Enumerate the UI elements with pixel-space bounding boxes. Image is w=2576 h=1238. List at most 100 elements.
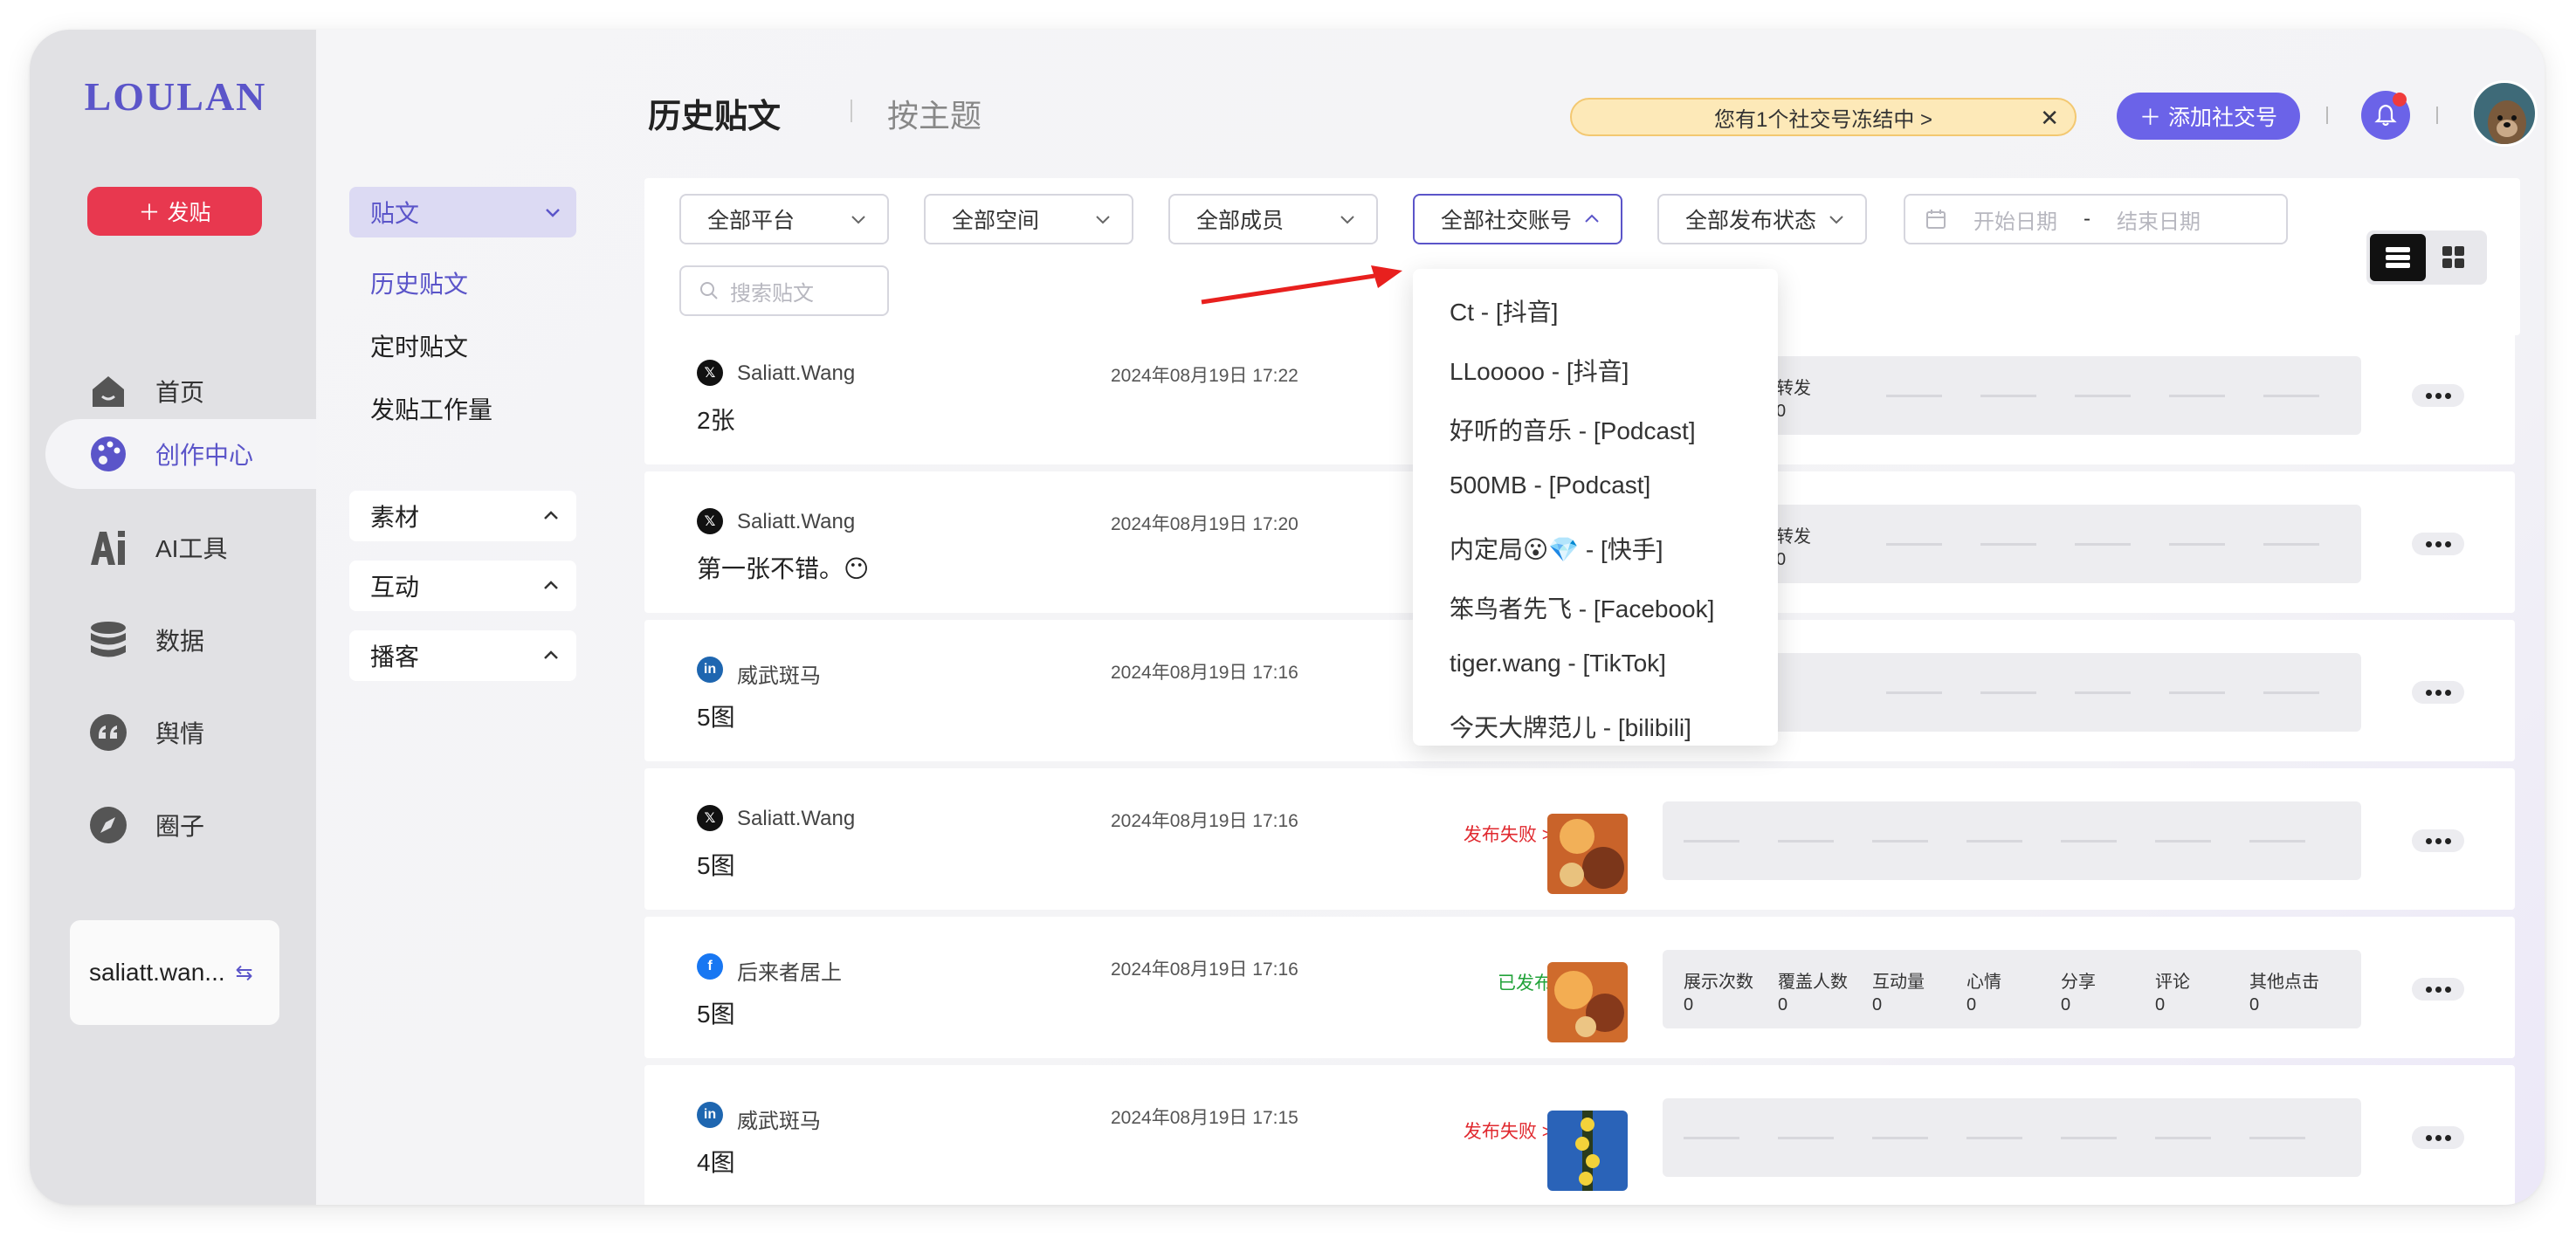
nav-item-sentiment[interactable]: 舆情 [45,698,316,767]
dropdown-option[interactable]: 笨鸟者先飞 - [Facebook] [1450,590,1714,625]
post-content: 5图 [697,704,735,731]
chevron-down-icon [1340,216,1354,224]
publish-failed-status[interactable]: 发布失败 > [1464,1118,1553,1144]
avatar[interactable] [2471,80,2538,147]
publish-status-filter[interactable]: 全部发布状态 [1657,194,1867,244]
search-placeholder: 搜索贴文 [730,281,814,306]
stat-placeholder [1778,840,1834,843]
account-switcher[interactable]: saliatt.wan... ⇆ [70,920,279,1025]
post-time: 2024年08月19日 17:15 [1111,1108,1298,1128]
dropdown-option[interactable]: 内定局😮💎 - [快手] [1450,531,1663,566]
add-social-account-button[interactable]: ＋ 添加社交号 [2117,93,2300,140]
new-post-button[interactable]: ＋ 发贴 [87,187,262,236]
stat-placeholder [1886,543,1942,546]
stat-value: 0 [1872,995,1883,1014]
group-label: 素材 [370,504,420,531]
dropdown-option[interactable]: 好听的音乐 - [Podcast] [1450,412,1696,447]
member-filter[interactable]: 全部成员 [1168,194,1378,244]
platform-filter[interactable]: 全部平台 [679,194,889,244]
switch-account-icon[interactable]: ⇆ [236,960,253,986]
post-row[interactable]: f 后来者居上 5图 2024年08月19日 17:16 已发布 展示次数 覆盖… [644,917,2515,1058]
page-title[interactable]: 历史贴文 [648,89,781,137]
subnav-group-podcast[interactable]: 播客 [349,630,576,681]
date-range-picker[interactable]: 开始日期 - 结束日期 [1904,194,2288,244]
close-icon[interactable]: ✕ [2040,105,2059,132]
grid-view-button[interactable] [2426,234,2482,281]
subnav-scheduled-posts[interactable]: 定时贴文 [370,328,468,363]
notice-text: 您有1个社交号冻结中 > [1713,107,1933,132]
view-toggle [2366,230,2487,285]
social-account-filter[interactable]: 全部社交账号 [1413,194,1622,244]
nav-label: 创作中心 [155,442,254,469]
nav-item-data[interactable]: 数据 [45,605,316,675]
linkedin-platform-icon: in [697,1102,723,1128]
nav-item-circles[interactable]: 圈子 [45,790,316,860]
post-thumbnail[interactable] [1547,1111,1628,1191]
chevron-up-icon [544,650,558,659]
chevron-up-icon [544,511,558,519]
subnav-post-workload[interactable]: 发贴工作量 [370,391,492,426]
stat-placeholder [2075,395,2131,397]
chevron-up-icon [1585,214,1599,223]
tab-by-theme[interactable]: 按主题 [887,91,981,136]
notification-button[interactable] [2361,91,2410,140]
list-view-button[interactable] [2370,234,2426,281]
notification-badge [2393,93,2407,107]
start-date-placeholder[interactable]: 开始日期 [1973,204,2057,235]
divider [2436,107,2438,124]
new-post-label: 发贴 [167,201,211,225]
x-platform-icon: 𝕏 [697,360,723,386]
dropdown-option[interactable]: Ct - [抖音] [1450,293,1558,328]
dropdown-option[interactable]: 今天大牌范儿 - [bilibili] [1450,709,1691,744]
subnav-history-posts[interactable]: 历史贴文 [370,265,468,300]
dropdown-option[interactable]: tiger.wang - [TikTok] [1450,650,1666,677]
select-value: 全部社交账号 [1441,209,1573,233]
stat-placeholder [2155,1137,2211,1139]
search-input[interactable]: 搜索贴文 [679,265,889,316]
stat-label: 展示次数 [1684,973,1753,992]
dropdown-option[interactable]: 500MB - [Podcast] [1450,471,1650,499]
end-date-placeholder[interactable]: 结束日期 [2117,204,2201,235]
stat-value: 0 [1778,995,1788,1014]
stat-placeholder [1886,691,1942,694]
database-icon [87,619,129,661]
subnav-group-interaction[interactable]: 互动 [349,561,576,611]
dropdown-option[interactable]: LLooooo - [抖音] [1450,353,1629,388]
group-label: 播客 [370,643,420,671]
subnav-group-materials[interactable]: 素材 [349,491,576,541]
stat-label: 其他点击 [2249,973,2319,992]
select-value: 全部发布状态 [1685,209,1817,233]
post-time: 2024年08月19日 17:22 [1111,366,1298,386]
post-author: Saliatt.Wang [737,510,856,533]
ai-icon [87,526,129,568]
more-options-button[interactable] [2412,533,2464,555]
stat-label: 心情 [1966,973,2001,992]
post-content: 5图 [697,1001,735,1028]
space-filter[interactable]: 全部空间 [924,194,1133,244]
more-options-button[interactable] [2412,384,2464,407]
add-social-label: 添加社交号 [2168,106,2278,130]
stat-placeholder [1980,691,2036,694]
more-options-button[interactable] [2412,1126,2464,1149]
compass-icon [87,804,129,846]
more-options-button[interactable] [2412,978,2464,1001]
stat-label: 互动量 [1872,973,1925,992]
stat-placeholder [1684,840,1739,843]
post-row[interactable]: in 威武斑马 4图 2024年08月19日 17:15 发布失败 > [644,1065,2515,1205]
stat-placeholder [1980,395,2036,397]
post-content: 第一张不错。😶 [697,555,870,582]
post-row[interactable]: 𝕏 Saliatt.Wang 5图 2024年08月19日 17:16 发布失败… [644,768,2515,910]
subnav-posts-header[interactable]: 贴文 [349,187,576,237]
nav-item-ai-tools[interactable]: AI工具 [45,512,316,582]
more-options-button[interactable] [2412,829,2464,852]
user-name: saliatt.wan... [89,959,225,986]
more-options-button[interactable] [2412,681,2464,704]
nav-item-home[interactable]: 首页 [45,356,316,426]
post-thumbnail[interactable] [1547,962,1628,1042]
frozen-account-notice[interactable]: 您有1个社交号冻结中 > ✕ [1570,98,2077,136]
post-thumbnail[interactable] [1547,814,1628,894]
stat-value: 0 [2061,995,2071,1014]
publish-failed-status[interactable]: 发布失败 > [1464,821,1553,847]
nav-item-creation-center[interactable]: 创作中心 [45,419,316,489]
stat-placeholder [1778,1137,1834,1139]
